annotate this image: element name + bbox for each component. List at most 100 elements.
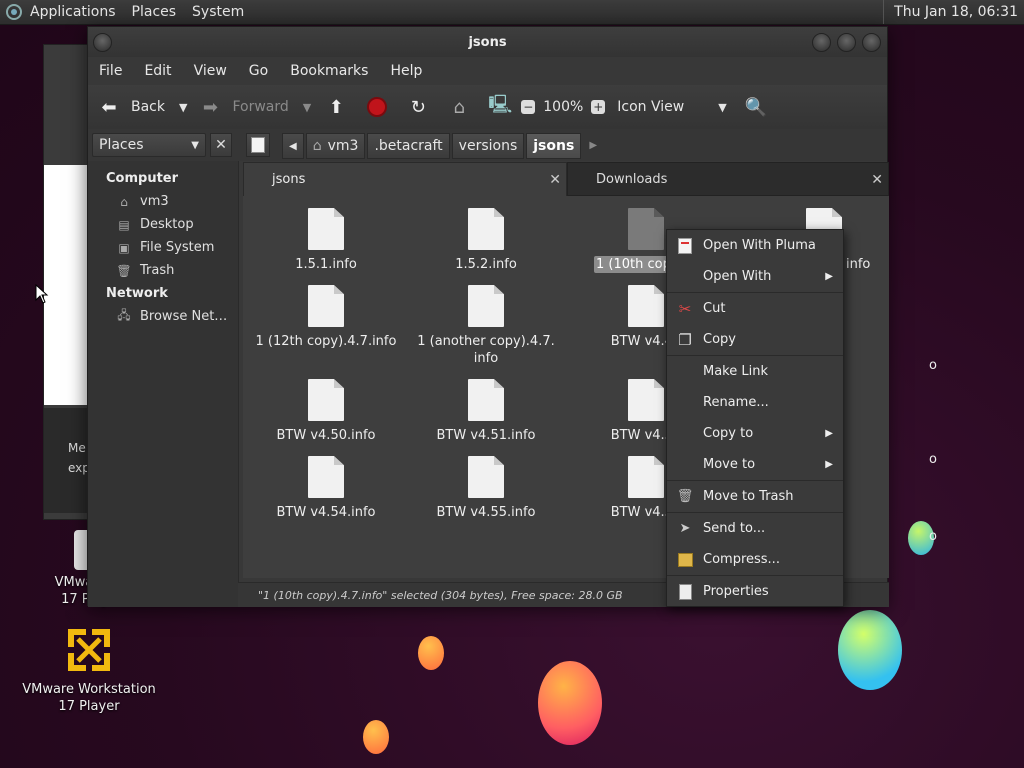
breadcrumb-betacraft[interactable]: .betacraft [367, 133, 450, 159]
text-file-icon [468, 208, 504, 250]
mate-logo-icon[interactable] [6, 4, 22, 20]
file-item[interactable]: 1.5.1.info [246, 208, 406, 273]
file-item[interactable]: BTW v4.50.info [246, 379, 406, 444]
sidebar-type-select[interactable]: Places ▼ [92, 133, 206, 157]
places-menu[interactable]: Places [124, 0, 185, 24]
tab-label: jsons [272, 172, 306, 187]
forward-label: Forward [232, 99, 289, 115]
view-mode-select[interactable]: Icon View ▼ [617, 92, 726, 122]
menu-item-compress[interactable]: Compress... [667, 544, 843, 575]
menu-item-send-to[interactable]: ➤ Send to... [667, 513, 843, 544]
trash-icon: 🗑 [116, 263, 132, 278]
up-button[interactable]: ⬆ [325, 92, 347, 122]
menu-item-label: Rename... [703, 395, 769, 410]
breadcrumb-scroll-left[interactable]: ◀ [282, 133, 304, 159]
pluma-icon [667, 237, 703, 254]
computer-button[interactable]: 🖳 [488, 92, 513, 122]
file-item[interactable]: 1 (another copy).4.7. info [406, 285, 566, 367]
sidebar-item-desktop[interactable]: ▤ Desktop [88, 213, 238, 236]
search-button[interactable]: 🔍 [744, 92, 767, 122]
toggle-location-entry-button[interactable] [246, 133, 270, 157]
menu-item-move-to[interactable]: Move to ▶ [667, 449, 843, 480]
sidebar-item-vm3[interactable]: ⌂ vm3 [88, 190, 238, 213]
close-icon[interactable]: ✕ [549, 172, 561, 188]
menu-item-properties[interactable]: Properties [667, 576, 843, 607]
close-button[interactable] [862, 33, 881, 52]
stop-button[interactable] [366, 92, 388, 122]
forward-arrow-icon: ➡ [202, 96, 219, 118]
sidebar-type-label: Places [99, 137, 144, 153]
breadcrumb-versions[interactable]: versions [451, 133, 525, 159]
zoom-in-button[interactable]: + [591, 92, 606, 122]
menu-bookmarks[interactable]: Bookmarks [279, 63, 379, 79]
menu-item-open-with-pluma[interactable]: Open With Pluma [667, 230, 843, 261]
home-folder-icon: ⌂ [312, 138, 322, 154]
zoom-level[interactable]: 100% [543, 92, 583, 122]
window-titlebar[interactable]: jsons [88, 27, 887, 57]
file-item[interactable]: BTW v4.54.info [246, 456, 406, 521]
menu-item-copy-to[interactable]: Copy to ▶ [667, 418, 843, 449]
menu-view[interactable]: View [183, 63, 238, 79]
sidebar-item-browse-network[interactable]: 🖧 Browse Net… [88, 305, 238, 328]
sidebar-item-file-system[interactable]: ▣ File System [88, 236, 238, 259]
decorative-bubble [538, 661, 602, 745]
file-name: 1.5.2.info [455, 257, 517, 272]
maximize-button[interactable] [837, 33, 856, 52]
applications-menu[interactable]: Applications [22, 0, 124, 24]
menu-item-cut[interactable]: ✂ Cut [667, 293, 843, 324]
menu-go[interactable]: Go [238, 63, 279, 79]
breadcrumb-label: vm3 [327, 138, 359, 154]
text-file-icon [628, 285, 664, 327]
breadcrumb-jsons[interactable]: jsons [526, 133, 582, 159]
drive-icon: ▣ [118, 240, 130, 255]
breadcrumb-vm3[interactable]: ⌂ vm3 [305, 133, 366, 159]
top-panel: Applications Places System Thu Jan 18, 0… [0, 0, 1024, 25]
tab-downloads[interactable]: Downloads ✕ [567, 162, 889, 196]
system-menu[interactable]: System [184, 0, 252, 24]
menu-edit[interactable]: Edit [133, 63, 182, 79]
back-button[interactable]: ⬅ Back [98, 92, 165, 122]
computer-icon: 🖳 [488, 94, 513, 115]
close-sidebar-button[interactable]: ✕ [210, 133, 232, 157]
sidebar-item-label: Browse Net… [140, 309, 228, 324]
menu-item-rename[interactable]: Rename... [667, 387, 843, 418]
menu-file[interactable]: File [88, 63, 133, 79]
file-item[interactable]: BTW v4.55.info [406, 456, 566, 521]
menu-item-label: Cut [703, 301, 726, 316]
text-file-icon [628, 379, 664, 421]
clock[interactable]: Thu Jan 18, 06:31 [883, 0, 1024, 24]
menu-item-move-to-trash[interactable]: 🗑 Move to Trash [667, 481, 843, 512]
search-icon: 🔍 [744, 96, 767, 118]
decorative-bubble [838, 610, 902, 690]
file-name: BTW v4.51.info [436, 428, 536, 443]
forward-history-dropdown[interactable]: ▼ [303, 92, 311, 122]
trash-icon: 🗑 [676, 489, 694, 504]
file-item[interactable]: 1 (12th copy).4.7.info [246, 285, 406, 350]
back-history-dropdown[interactable]: ▼ [179, 92, 187, 122]
menu-item-label: Open With Pluma [703, 238, 816, 253]
window-menu-button[interactable] [93, 33, 112, 52]
breadcrumb-scroll-right[interactable]: ▶ [583, 133, 603, 157]
tab-jsons[interactable]: jsons ✕ [243, 162, 567, 196]
menu-item-copy[interactable]: ❐ Copy [667, 324, 843, 355]
menu-help[interactable]: Help [379, 63, 433, 79]
reload-button[interactable]: ↻ [407, 92, 429, 122]
minimize-button[interactable] [812, 33, 831, 52]
sidebar-item-trash[interactable]: 🗑 Trash [88, 259, 238, 282]
home-button[interactable]: ⌂ [448, 92, 470, 122]
chevron-down-icon: ▼ [191, 139, 199, 151]
stop-icon [366, 96, 388, 118]
menu-item-make-link[interactable]: Make Link [667, 356, 843, 387]
close-icon[interactable]: ✕ [871, 172, 883, 188]
forward-button[interactable]: ➡ Forward [199, 92, 289, 122]
text-file-icon [628, 456, 664, 498]
edit-icon [251, 137, 265, 153]
file-item[interactable]: 1.5.2.info [406, 208, 566, 273]
file-name: o [929, 452, 937, 467]
desktop-icon-vmware-workstation[interactable]: VMware Workstation 17 Player [14, 625, 164, 715]
file-item[interactable]: BTW v4.51.info [406, 379, 566, 444]
text-file-icon [468, 285, 504, 327]
menu-item-open-with[interactable]: Open With ▶ [667, 261, 843, 292]
desktop-icon-label: VMware Workstation [22, 682, 156, 697]
zoom-out-button[interactable]: − [521, 92, 536, 122]
